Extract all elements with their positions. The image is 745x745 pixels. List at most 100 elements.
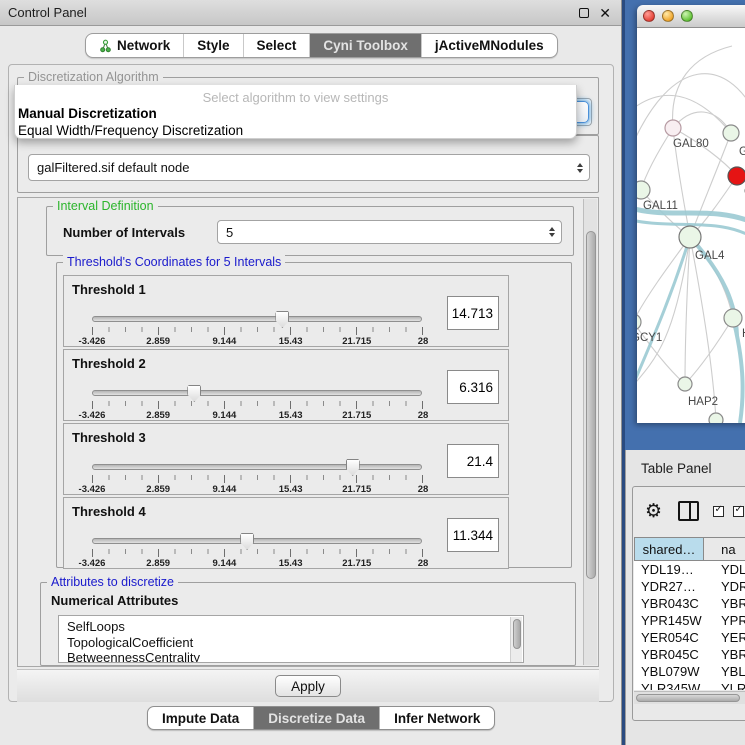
table-rows: YDL19…YDL1 YDR27…YDR2 YBR043CYBR0 YPR145… (634, 561, 745, 690)
threshold-4-label: Threshold 4 (72, 504, 146, 519)
slider-ticks (92, 327, 423, 335)
threshold-2-slider-thumb[interactable] (187, 385, 201, 402)
slider-ticks (92, 549, 423, 557)
node-table: shared… na YDL19…YDL1 YDR27…YDR2 YBR043C… (634, 537, 745, 690)
threshold-1-panel: Threshold 1 -3.426 2.859 9.144 15.43 21.… (63, 275, 509, 347)
node-label-hap2: HAP2 (688, 396, 718, 408)
network-window: GAL80 GA GAL11 C GAL4 GCY1 H HAP2 (637, 5, 745, 423)
table-panel-section: Table Panel ⚙ shared… na YDL19…YDL1 YDR2… (625, 450, 745, 745)
control-panel: Control Panel ✕ Network Style Select Cyn… (0, 0, 622, 745)
tab-cyni-toolbox[interactable]: Cyni Toolbox (310, 34, 422, 57)
table-row[interactable]: YDL19…YDL1 (634, 561, 745, 578)
slider-scale: -3.426 2.859 9.144 15.43 21.715 28 (92, 410, 423, 420)
threshold-3-label: Threshold 3 (72, 430, 146, 445)
spinner-icon[interactable] (549, 227, 555, 237)
tab-infer-network[interactable]: Infer Network (380, 707, 494, 729)
node-label-gal80: GAL80 (673, 138, 709, 150)
algorithm-dropdown-popup: Select algorithm to view settings Manual… (14, 85, 577, 139)
table-row[interactable]: YBL079WYBL0 (634, 663, 745, 680)
threshold-2-slider[interactable] (92, 390, 422, 396)
slider-scale: -3.426 2.859 9.144 15.43 21.715 28 (92, 484, 423, 494)
tab-network[interactable]: Network (86, 34, 184, 57)
threshold-3-slider[interactable] (92, 464, 422, 470)
float-window-icon[interactable] (579, 8, 589, 18)
algorithm-option-manual[interactable]: Manual Discretization (15, 105, 576, 122)
settings-scroll-panel: Interval Definition Number of Intervals … (17, 197, 599, 667)
attributes-group-label: Attributes to discretize (47, 575, 178, 589)
settings-scrollbar[interactable] (583, 199, 597, 665)
threshold-4-slider[interactable] (92, 538, 422, 544)
tab-discretize-data[interactable]: Discretize Data (254, 707, 380, 729)
gear-icon[interactable]: ⚙ (645, 502, 662, 521)
list-scrollbar[interactable] (510, 617, 522, 663)
table-row[interactable]: YLR345WYLR3 (634, 680, 745, 690)
tab-style[interactable]: Style (184, 34, 243, 57)
table-data-combobox[interactable]: galFiltered.sif default node (28, 154, 590, 181)
algorithm-option-equal-width[interactable]: Equal Width/Frequency Discretization (15, 122, 576, 139)
list-item[interactable]: SelfLoops (59, 616, 523, 635)
bottom-tabbar: Impute Data Discretize Data Infer Networ… (147, 706, 495, 730)
discretization-algorithm-label: Discretization Algorithm (24, 70, 163, 84)
threshold-1-value-field[interactable]: 14.713 (447, 296, 499, 330)
table-data-group: Table Data galFiltered.sif default node (17, 135, 599, 193)
list-item[interactable]: TopologicalCoefficient (59, 635, 523, 651)
number-of-intervals-label: Number of Intervals (63, 225, 185, 240)
threshold-coordinates-group: Threshold's Coordinates for 5 Intervals … (56, 262, 572, 568)
column-header-shared[interactable]: shared… (634, 537, 704, 561)
close-icon[interactable]: ✕ (599, 6, 611, 20)
zoom-traffic-light[interactable] (681, 10, 693, 22)
threshold-2-panel: Threshold 2 -3.426 2.859 9.144 15.43 21.… (63, 349, 509, 421)
tab-jactivemnodules[interactable]: jActiveMNodules (422, 34, 557, 57)
threshold-4-slider-thumb[interactable] (240, 533, 254, 550)
node-label-gcy1: GCY1 (637, 332, 662, 344)
threshold-2-value-field[interactable]: 6.316 (447, 370, 499, 404)
columns-icon[interactable] (678, 501, 699, 521)
numerical-attributes-list: SelfLoops TopologicalCoefficient Between… (58, 615, 524, 663)
table-row[interactable]: YBR045CYBR0 (634, 646, 745, 663)
spinner-icon[interactable] (577, 163, 583, 173)
desktop-background: GAL80 GA GAL11 C GAL4 GCY1 H HAP2 Table … (622, 0, 745, 745)
close-traffic-light[interactable] (643, 10, 655, 22)
apply-strip: Apply (17, 669, 599, 702)
node-label-partial-ga: GA (739, 146, 745, 158)
table-row[interactable]: YBR043CYBR0 (634, 595, 745, 612)
checkbox-icon[interactable] (733, 506, 744, 517)
table-row[interactable]: YPR145WYPR1 (634, 612, 745, 629)
slider-scale: -3.426 2.859 9.144 15.43 21.715 28 (92, 558, 423, 568)
network-canvas[interactable]: GAL80 GA GAL11 C GAL4 GCY1 H HAP2 (637, 28, 745, 423)
threshold-2-label: Threshold 2 (72, 356, 146, 371)
number-of-intervals-combobox[interactable]: 5 (217, 220, 562, 244)
interval-definition-group: Interval Definition Number of Intervals … (46, 206, 574, 256)
control-panel-titlebar: Control Panel ✕ (0, 0, 621, 26)
attributes-group: Attributes to discretize Numerical Attri… (40, 582, 576, 666)
tab-impute-data[interactable]: Impute Data (148, 707, 254, 729)
panel-title: Control Panel (8, 5, 87, 20)
table-panel-body: ⚙ shared… na YDL19…YDL1 YDR27…YDR2 YBR04… (632, 486, 745, 721)
table-panel-toolbar: ⚙ (633, 487, 745, 535)
threshold-3-value-field[interactable]: 21.4 (447, 444, 499, 478)
threshold-1-slider-thumb[interactable] (275, 311, 289, 328)
list-item[interactable]: BetweennessCentrality (59, 650, 523, 663)
tab-select[interactable]: Select (244, 34, 311, 57)
threshold-1-slider[interactable] (92, 316, 422, 322)
apply-button[interactable]: Apply (275, 675, 341, 697)
red-node (728, 167, 745, 185)
table-panel-title: Table Panel (626, 450, 745, 476)
threshold-3-panel: Threshold 3 -3.426 2.859 9.144 15.43 21.… (63, 423, 509, 495)
table-row[interactable]: YDR27…YDR2 (634, 578, 745, 595)
node-label-gal11: GAL11 (643, 200, 678, 212)
network-icon (99, 39, 112, 53)
slider-ticks (92, 475, 423, 483)
table-horizontal-scrollbar[interactable] (634, 691, 745, 704)
column-header-name[interactable]: na (704, 537, 745, 561)
threshold-4-value-field[interactable]: 11.344 (447, 518, 499, 552)
numerical-attributes-label: Numerical Attributes (51, 593, 178, 608)
checkbox-icon[interactable] (713, 506, 724, 517)
top-tabbar: Network Style Select Cyni Toolbox jActiv… (85, 33, 558, 58)
threshold-1-label: Threshold 1 (72, 282, 146, 297)
table-row[interactable]: YER054CYER0 (634, 629, 745, 646)
threshold-3-slider-thumb[interactable] (346, 459, 360, 476)
network-window-titlebar[interactable] (637, 5, 745, 28)
minimize-traffic-light[interactable] (662, 10, 674, 22)
slider-ticks (92, 401, 423, 409)
